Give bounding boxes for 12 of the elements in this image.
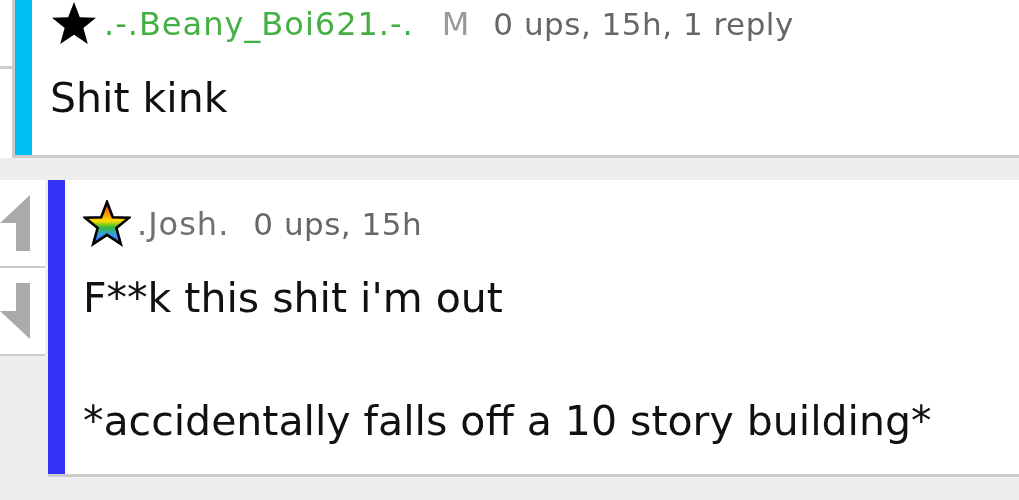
up-arrow-icon <box>0 195 30 251</box>
username-link[interactable]: .-.Beany_Boi621.-. <box>104 5 414 43</box>
comment-meta: 0 ups, 15h <box>253 206 423 242</box>
username-link[interactable]: .Josh. <box>137 205 230 243</box>
mod-label: M <box>441 5 470 43</box>
comment-meta: 0 ups, 15h, 1 reply <box>493 6 794 42</box>
comment-text: *accidentally falls off a 10 story building* <box>83 397 933 447</box>
downvote-button[interactable] <box>0 268 45 356</box>
upvote-button[interactable] <box>0 180 45 268</box>
comment-text: F**k this shit i'm out <box>83 274 504 324</box>
comment-text: Shit kink <box>50 74 229 124</box>
down-arrow-icon <box>0 283 30 339</box>
